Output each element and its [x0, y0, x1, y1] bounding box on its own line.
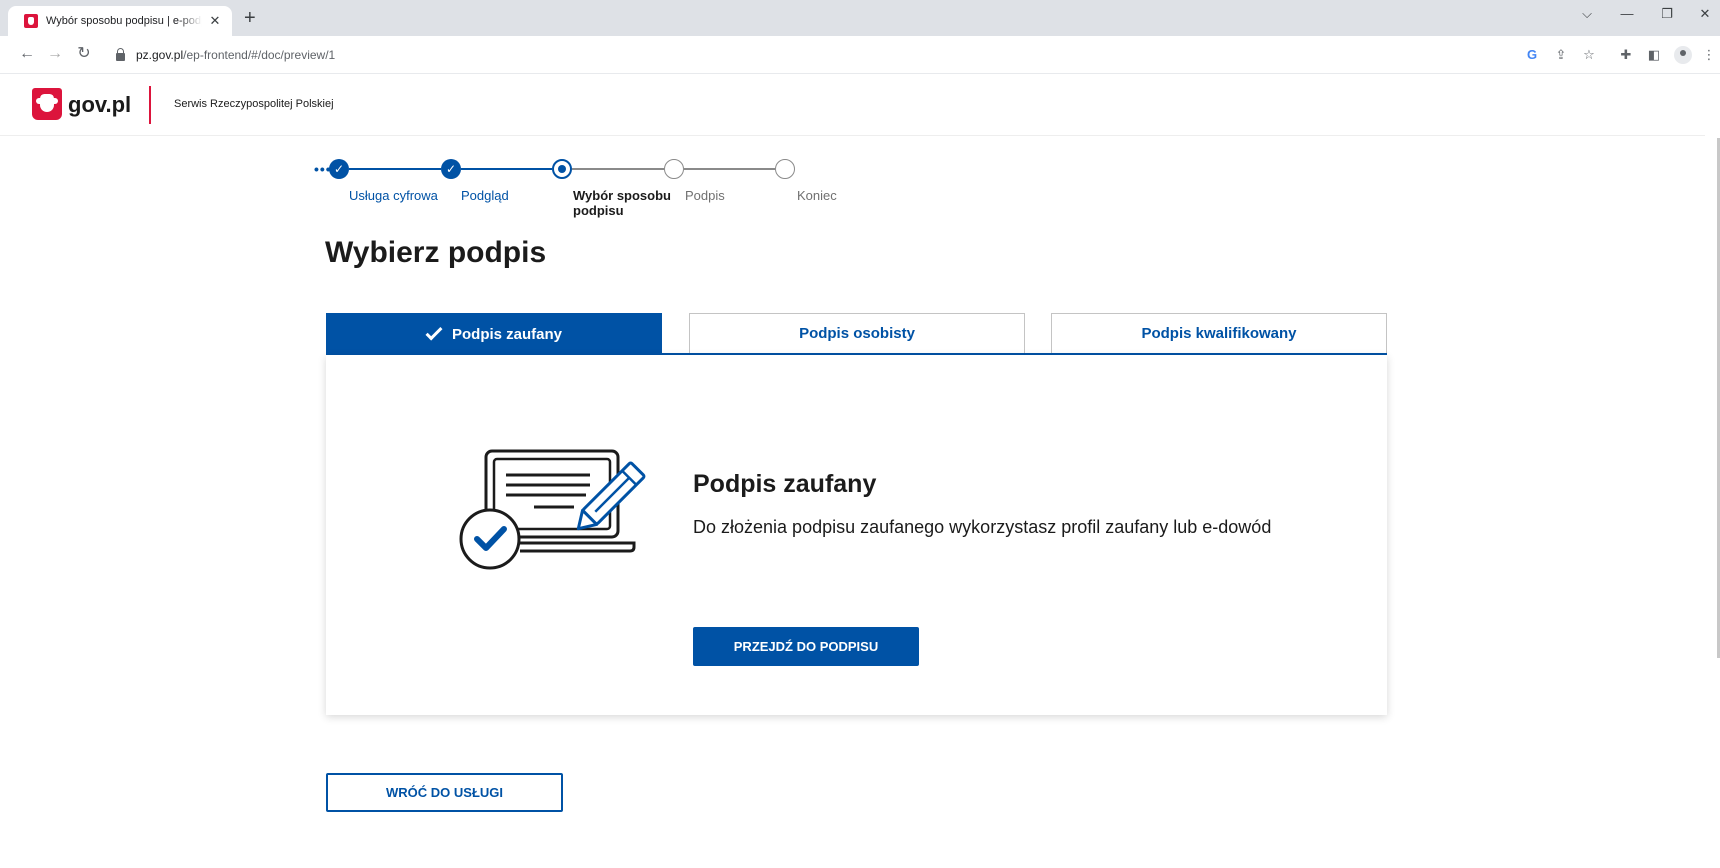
- tab-search-icon[interactable]: ⌵: [1577, 6, 1597, 22]
- card-description: Do złożenia podpisu zaufanego wykorzysta…: [693, 517, 1272, 537]
- browser-toolbar: ← → ↻ pz.gov.pl/ep-frontend/#/doc/previe…: [0, 36, 1720, 74]
- step-label-usluga-cyfrowa[interactable]: Usługa cyfrowa: [349, 188, 438, 203]
- laptop-signature-illustration-icon: [459, 449, 646, 570]
- step-connector: [349, 168, 441, 170]
- step-1-check-icon: ✓: [329, 159, 349, 179]
- step-2-check-icon: ✓: [441, 159, 461, 179]
- step-label-podpis: Podpis: [685, 188, 725, 203]
- profile-avatar-icon[interactable]: [1674, 46, 1692, 64]
- tab-podpis-kwalifikowany[interactable]: Podpis kwalifikowany: [1051, 313, 1387, 355]
- new-tab-button[interactable]: +: [244, 8, 256, 28]
- side-panel-icon[interactable]: ◧: [1645, 46, 1663, 64]
- back-to-service-button[interactable]: WRÓĆ DO USŁUGI: [326, 773, 563, 812]
- step-connector: [461, 168, 552, 170]
- check-icon: [425, 323, 443, 340]
- browser-tab-title: Wybór sposobu podpisu | e-podpis: [46, 15, 202, 27]
- progress-stepper: ••• ✓ ✓ Usługa cyfrowa Podgląd Wybór spo…: [314, 156, 874, 226]
- step-connector: [684, 168, 775, 170]
- tab-label: Podpis zaufany: [451, 325, 563, 343]
- step-4-pending-icon: [664, 159, 684, 179]
- tab-podpis-zaufany[interactable]: Podpis zaufany: [326, 313, 662, 355]
- signature-option-card: Podpis zaufany Do złożenia podpisu zaufa…: [326, 355, 1387, 715]
- share-icon[interactable]: ⇪: [1552, 46, 1570, 64]
- browser-tab-strip: Wybór sposobu podpisu | e-podpis ✕ + ⌵ —…: [0, 0, 1720, 36]
- menu-kebab-icon[interactable]: ⋮: [1700, 46, 1718, 64]
- extensions-icon[interactable]: ✚: [1617, 46, 1635, 64]
- polish-eagle-emblem-icon[interactable]: [32, 88, 62, 120]
- tab-label: Podpis osobisty: [799, 325, 915, 342]
- close-tab-icon[interactable]: ✕: [208, 13, 222, 29]
- step-3-current-icon: [552, 159, 572, 179]
- tab-podpis-osobisty[interactable]: Podpis osobisty: [689, 313, 1025, 355]
- google-lens-icon[interactable]: G: [1523, 46, 1541, 64]
- reload-icon[interactable]: ↻: [73, 44, 95, 64]
- browser-tab[interactable]: Wybór sposobu podpisu | e-podpis ✕: [8, 6, 232, 36]
- step-connector: [572, 168, 664, 170]
- url-path: /ep-frontend/#/doc/preview/1: [183, 48, 336, 62]
- gov-pl-logo[interactable]: gov.pl: [68, 92, 131, 118]
- gov-favicon-icon: [24, 14, 38, 28]
- go-to-signature-button[interactable]: PRZEJDŹ DO PODPISU: [693, 627, 919, 666]
- forward-arrow-icon[interactable]: →: [44, 44, 66, 64]
- restore-icon[interactable]: ❐: [1657, 6, 1677, 22]
- card-title: Podpis zaufany: [693, 470, 877, 498]
- step-5-pending-icon: [775, 159, 795, 179]
- page-title: Wybierz podpis: [325, 236, 547, 269]
- step-label-podglad[interactable]: Podgląd: [461, 188, 509, 203]
- back-arrow-icon[interactable]: ←: [16, 44, 38, 64]
- header-divider: [149, 86, 151, 124]
- step-label-wybor-sposobu-podpisu: Wybór sposobu podpisu: [573, 188, 671, 218]
- close-window-icon[interactable]: ✕: [1695, 6, 1715, 22]
- url-host: pz.gov.pl: [136, 48, 184, 62]
- bookmark-star-icon[interactable]: ☆: [1580, 46, 1598, 64]
- minimize-icon[interactable]: —: [1617, 6, 1637, 21]
- step-label-koniec: Koniec: [797, 188, 837, 203]
- tab-label: Podpis kwalifikowany: [1141, 325, 1297, 342]
- header-subtitle: Serwis Rzeczypospolitej Polskiej: [174, 98, 334, 110]
- address-bar[interactable]: pz.gov.pl/ep-frontend/#/doc/preview/1: [104, 41, 1594, 69]
- lock-icon[interactable]: [116, 48, 125, 61]
- site-header: gov.pl Serwis Rzeczypospolitej Polskiej: [0, 74, 1705, 136]
